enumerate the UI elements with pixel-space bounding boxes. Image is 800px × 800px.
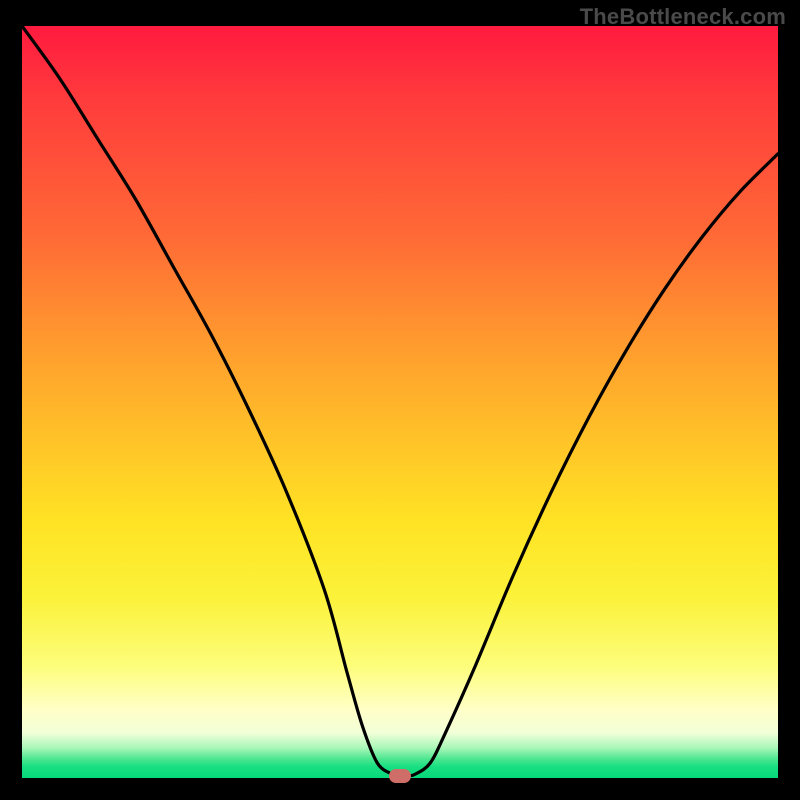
optimal-point-marker xyxy=(389,769,411,783)
bottleneck-curve xyxy=(22,26,778,778)
watermark-text: TheBottleneck.com xyxy=(580,4,786,30)
plot-area xyxy=(22,26,778,778)
chart-container: TheBottleneck.com xyxy=(0,0,800,800)
curve-path xyxy=(22,26,778,776)
